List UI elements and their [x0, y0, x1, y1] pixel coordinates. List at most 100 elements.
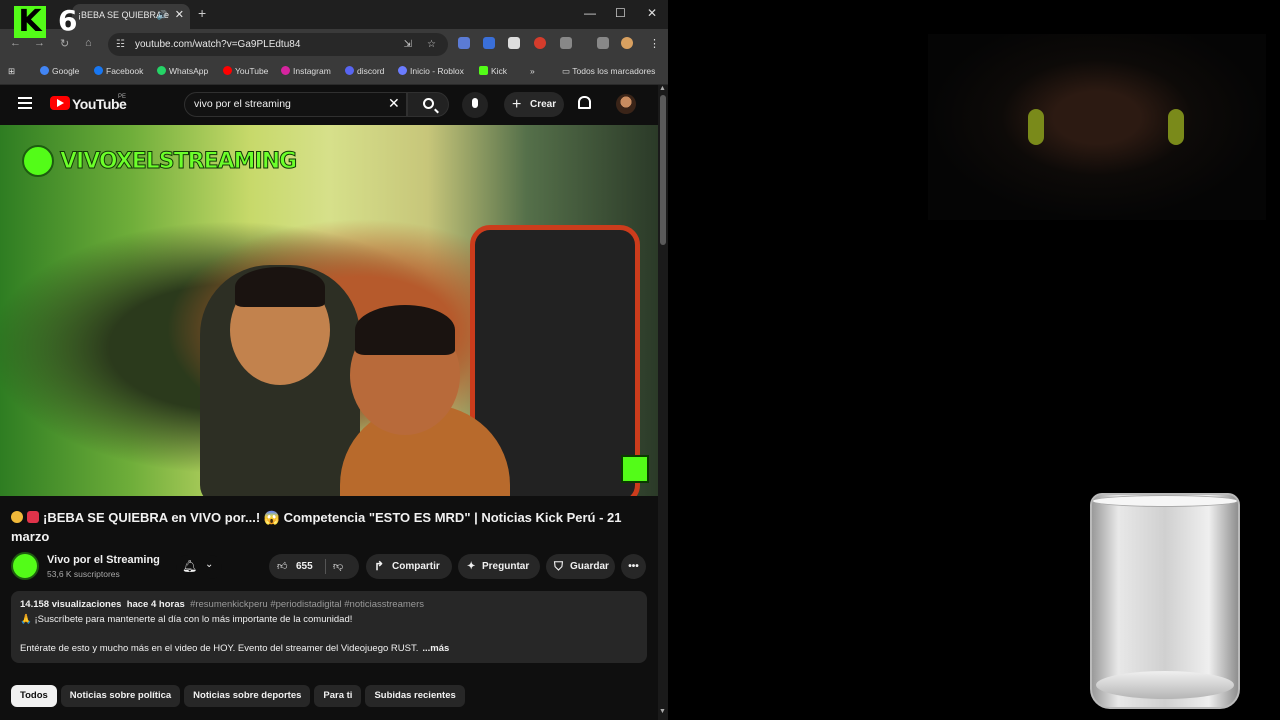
share-icon: ↱ — [374, 559, 385, 573]
site-info-icon[interactable]: ☷ — [116, 33, 125, 56]
scroll-up-icon[interactable]: ▲ — [659, 85, 666, 92]
search-value: vivo por el streaming — [194, 98, 291, 110]
whatsapp-icon — [157, 66, 166, 75]
new-tab-button[interactable]: + — [198, 5, 206, 21]
bookmark-discord[interactable]: discord — [345, 66, 384, 76]
bookmarks-bar: ⊞ Google Facebook WhatsApp YouTube Insta… — [0, 59, 668, 85]
emoji-bomb-icon — [27, 511, 39, 523]
save-button[interactable]: ⛉ Guardar — [546, 554, 615, 579]
notifications-bell-icon[interactable] — [578, 96, 591, 109]
bookmark-instagram[interactable]: Instagram — [281, 66, 331, 76]
chip-para-ti[interactable]: Para ti — [314, 685, 362, 707]
description-line: Entérate de esto y mucho más en el video… — [20, 643, 638, 654]
video-title-text: ¡BEBA SE QUIEBRA en VIVO por...! 😱 Compe… — [11, 510, 622, 544]
home-icon[interactable]: ⌂ — [85, 37, 92, 49]
url-field[interactable]: ☷ youtube.com/watch?v=Ga9PLEdtu84 ⇲ ☆ — [108, 33, 448, 56]
video-player[interactable]: VIVOXELSTREAMING — [0, 125, 658, 496]
apps-grid-icon[interactable]: ⊞ — [8, 66, 15, 77]
minimize-icon[interactable]: — — [584, 6, 596, 20]
voice-search-icon[interactable] — [462, 92, 488, 118]
chip-deportes[interactable]: Noticias sobre deportes — [184, 685, 311, 707]
channel-watermark: VIVOXELSTREAMING — [22, 145, 298, 177]
maximize-icon[interactable]: ☐ — [615, 6, 626, 20]
reading-list-icon[interactable] — [597, 37, 609, 49]
watermark-text: VIVOXELSTREAMING — [59, 148, 297, 174]
search-icon — [423, 98, 434, 109]
chip-todos[interactable]: Todos — [11, 685, 57, 707]
like-dislike-group: 👍︎ 655 👎︎ — [269, 554, 359, 579]
youtube-logo-icon[interactable] — [50, 96, 70, 110]
bookmark-roblox[interactable]: Inicio - Roblox — [398, 66, 464, 76]
channel-name[interactable]: Vivo por el Streaming — [47, 554, 160, 566]
ask-button[interactable]: ✦ Preguntar — [458, 554, 540, 579]
show-more-link[interactable]: ...más — [422, 643, 449, 654]
tab-strip: ¡BEBA SE QUIEBRA e 🔊 ✕ + — ☐ ✕ — [0, 0, 668, 29]
chip-politica[interactable]: Noticias sobre política — [60, 685, 181, 707]
account-avatar[interactable] — [616, 94, 636, 114]
webcam-overlay — [928, 34, 1266, 220]
extension-icon[interactable] — [458, 37, 470, 49]
kick-icon — [479, 66, 488, 75]
bookmark-icon: ⛉ — [554, 559, 564, 573]
description-line-text: Entérate de esto y mucho más en el video… — [20, 643, 419, 654]
more-actions-button[interactable]: ••• — [621, 554, 646, 579]
subscription-bell-button[interactable]: 🔔︎ ⌄ — [176, 555, 222, 579]
share-button[interactable]: ↱ Compartir — [366, 554, 452, 579]
upload-age: hace 4 horas — [126, 599, 185, 610]
close-window-icon[interactable]: ✕ — [647, 6, 657, 20]
discord-icon — [345, 66, 354, 75]
extension-icon[interactable] — [508, 37, 520, 49]
scroll-down-icon[interactable]: ▼ — [659, 708, 666, 715]
profile-avatar[interactable] — [621, 37, 633, 49]
dislike-icon[interactable]: 👎︎ — [333, 554, 343, 579]
description-box[interactable]: 14.158 visualizaciones hace 4 horas #res… — [11, 591, 647, 663]
like-icon[interactable]: 👍︎ — [277, 554, 287, 579]
kick-overlay-count: 6 — [58, 4, 78, 37]
youtube-icon — [223, 66, 232, 75]
speaker-icon[interactable]: 🔊 — [157, 4, 168, 26]
close-tab-icon[interactable]: ✕ — [175, 4, 184, 26]
bookmark-google[interactable]: Google — [40, 66, 79, 76]
chip-subidas-recientes[interactable]: Subidas recientes — [365, 685, 465, 707]
search-button[interactable] — [407, 92, 449, 117]
facebook-icon — [94, 66, 103, 75]
more-menu-icon[interactable]: ⋮ — [649, 37, 660, 50]
channel-logo-icon — [22, 145, 54, 177]
sparkle-icon: ✦ — [467, 561, 476, 572]
url-text: youtube.com/watch?v=Ga9PLEdtu84 — [135, 39, 301, 50]
subscriber-count: 53,6 K suscriptores — [47, 569, 120, 579]
channel-avatar[interactable] — [11, 552, 39, 580]
clear-search-icon[interactable]: ✕ — [388, 95, 400, 112]
search-input[interactable]: vivo por el streaming — [184, 92, 407, 117]
plus-icon: + — [512, 96, 522, 113]
description-line: 🙏 ¡Suscríbete para mantenerte al día con… — [20, 614, 353, 625]
scrollbar-thumb[interactable] — [660, 95, 666, 245]
more-dots-icon: ••• — [628, 561, 639, 572]
bell-icon: 🔔︎ — [182, 559, 198, 573]
like-count[interactable]: 655 — [296, 554, 313, 579]
browser-tab[interactable]: ¡BEBA SE QUIEBRA e 🔊 ✕ — [72, 4, 190, 29]
translate-icon[interactable] — [483, 37, 495, 49]
hashtags[interactable]: #resumenkickperu #periodistadigital #not… — [190, 599, 424, 610]
reload-icon[interactable]: ↻ — [60, 37, 69, 50]
extension-icon[interactable] — [534, 37, 546, 49]
more-bookmarks-icon[interactable]: » — [530, 66, 535, 76]
bookmark-facebook[interactable]: Facebook — [94, 66, 143, 76]
hamburger-menu-icon[interactable] — [18, 97, 32, 109]
browser-window: ¡BEBA SE QUIEBRA e 🔊 ✕ + — ☐ ✕ ← → ↻ ⌂ ☷… — [0, 0, 668, 720]
glass-overlay — [1090, 493, 1240, 709]
all-bookmarks-folder[interactable]: ▭ Todos los marcadores — [562, 66, 655, 77]
extensions-puzzle-icon[interactable] — [560, 37, 572, 49]
create-button[interactable]: + Crear — [504, 92, 564, 117]
bookmark-kick[interactable]: Kick — [479, 66, 507, 76]
bookmark-star-icon[interactable]: ☆ — [427, 33, 436, 56]
bookmark-youtube[interactable]: YouTube — [223, 66, 268, 76]
bookmark-whatsapp[interactable]: WhatsApp — [157, 66, 208, 76]
description-meta-line: 14.158 visualizaciones hace 4 horas #res… — [20, 599, 638, 610]
roblox-icon — [398, 66, 407, 75]
glass-base — [1096, 671, 1234, 699]
install-icon[interactable]: ⇲ — [404, 33, 412, 56]
page-scrollbar[interactable]: ▲ ▼ — [658, 85, 668, 720]
glass-rim — [1092, 495, 1238, 507]
tab-title: ¡BEBA SE QUIEBRA e — [78, 10, 170, 20]
